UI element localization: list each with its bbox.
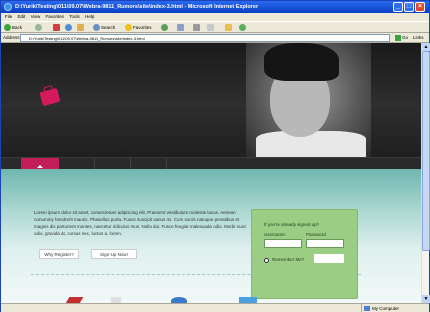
go-label: Go [402, 35, 409, 40]
close-icon[interactable]: × [415, 2, 425, 12]
menu-tools[interactable]: Tools [69, 14, 80, 19]
scroll-thumb[interactable] [422, 51, 430, 251]
remember-me-label: Remember Me? [272, 257, 305, 262]
menu-edit[interactable]: Edit [18, 14, 26, 19]
signup-button[interactable]: Sign-Up Now! [91, 249, 137, 259]
favorites-button[interactable]: Favorites [125, 24, 152, 32]
page-viewport: Lorem ipsum dolor sit amet, consectetuer… [1, 43, 421, 303]
username-label: Username: [264, 232, 287, 237]
maximize-icon[interactable]: □ [404, 2, 414, 12]
why-register-button[interactable]: Why Register? [39, 249, 79, 259]
toolbar: Back Search Favorites [1, 21, 429, 33]
computer-icon [364, 306, 370, 311]
menu-file[interactable]: File [5, 14, 12, 19]
forward-arrow-icon [35, 24, 42, 32]
status-zone-label: My Computer [372, 306, 400, 311]
username-input[interactable] [264, 239, 302, 248]
address-input[interactable]: D:\Yurik\Testing\011\09.07\Webra-9811_Ru… [20, 34, 390, 42]
menu-bar: File Edit View Favorites Tools Help [1, 13, 429, 21]
edit-icon [207, 24, 214, 32]
window-title: D:\Yurik\Testing\011\09.07\Webra-9811_Ru… [15, 4, 259, 10]
password-input[interactable] [306, 239, 344, 248]
ie-logo-icon [4, 3, 12, 11]
title-bar: D:\Yurik\Testing\011\09.07\Webra-9811_Ru… [1, 1, 429, 13]
mail-icon [177, 24, 184, 32]
history-button[interactable] [161, 24, 169, 32]
messenger-button[interactable] [239, 24, 247, 32]
search-button[interactable]: Search [93, 24, 115, 32]
site-nav [1, 157, 421, 170]
menu-favorites[interactable]: Favorites [46, 14, 65, 19]
refresh-button[interactable] [65, 24, 73, 32]
login-title: If you're already signed up? [264, 222, 320, 227]
address-label: Address [3, 35, 20, 40]
menu-help[interactable]: Help [85, 14, 94, 19]
address-bar: Address D:\Yurik\Testing\011\09.07\Webra… [1, 33, 429, 43]
go-arrow-icon [395, 34, 401, 41]
status-zone: My Computer [361, 304, 427, 312]
search-label: Search [101, 25, 116, 30]
status-bar: My Computer [1, 303, 429, 312]
print-button[interactable] [193, 24, 201, 32]
home-icon [77, 24, 84, 32]
portrait-hair [264, 43, 339, 81]
search-icon [93, 24, 100, 32]
site-header [1, 43, 421, 157]
scroll-up-icon[interactable]: ▲ [422, 43, 430, 51]
print-icon [193, 24, 200, 32]
stop-button[interactable] [53, 24, 61, 32]
header-portrait-image [246, 43, 371, 157]
messenger-icon [239, 24, 246, 32]
links-button[interactable]: Links [413, 33, 424, 43]
go-button[interactable]: Go [395, 34, 413, 42]
stop-icon [53, 24, 60, 32]
password-label: Password [306, 232, 326, 237]
back-arrow-icon [4, 24, 11, 32]
mail-button[interactable] [177, 24, 185, 32]
scroll-down-icon[interactable]: ▼ [422, 295, 430, 303]
briefcase-logo-icon[interactable] [39, 87, 61, 107]
favorites-label: Favorites [133, 25, 152, 30]
back-label: Back [12, 25, 23, 30]
edit-button[interactable] [207, 24, 215, 32]
folder-icon [225, 24, 232, 32]
menu-view[interactable]: View [31, 14, 41, 19]
browser-window: D:\Yurik\Testing\011\09.07\Webra-9811_Ru… [0, 0, 430, 312]
main-content: Lorem ipsum dolor sit amet, consectetuer… [1, 169, 421, 303]
remember-me-radio[interactable] [264, 258, 269, 263]
login-panel: If you're already signed up? Username: P… [251, 209, 358, 299]
forward-button[interactable] [35, 24, 43, 32]
home-button[interactable] [77, 24, 85, 32]
login-submit-button[interactable] [314, 254, 344, 263]
folder-button[interactable] [225, 24, 233, 32]
vertical-scrollbar[interactable]: ▲ ▼ [421, 43, 430, 303]
refresh-icon [65, 24, 72, 32]
history-icon [161, 24, 168, 32]
intro-paragraph: Lorem ipsum dolor sit amet, consectetuer… [34, 210, 247, 236]
star-icon [125, 24, 132, 32]
minimize-icon[interactable]: _ [393, 2, 403, 12]
back-button[interactable]: Back [4, 24, 22, 32]
